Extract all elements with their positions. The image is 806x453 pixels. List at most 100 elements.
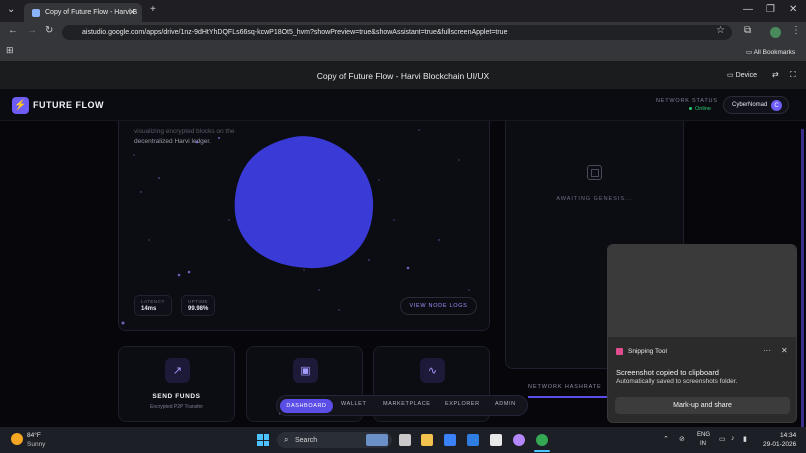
markup-share-button[interactable]: Mark-up and share [615, 397, 790, 414]
network-off-icon[interactable]: ⊘ [679, 435, 685, 443]
battery-icon[interactable]: ▮ [743, 435, 747, 443]
tab-search-icon[interactable]: ⌄ [7, 4, 15, 15]
screenshot-preview[interactable] [608, 245, 796, 337]
volume-icon[interactable]: ♪ [731, 435, 735, 442]
bookmark-star-icon[interactable]: ☆ [716, 25, 725, 36]
url-text[interactable]: aistudio.google.com/apps/drive/1nz-9dHtY… [82, 29, 507, 36]
more-options-icon[interactable]: ··· [763, 346, 771, 355]
outlook-icon[interactable] [444, 434, 456, 446]
profile-avatar[interactable] [770, 27, 781, 38]
clock-time[interactable]: 14:34 [780, 432, 796, 439]
toast-app-name: Snipping Tool [628, 348, 667, 355]
chevron-up-icon[interactable]: ⌃ [663, 435, 669, 443]
search-highlight-icon[interactable] [366, 434, 388, 446]
all-bookmarks-link[interactable]: ▭ All Bookmarks [746, 48, 795, 56]
network-status: Online [689, 106, 711, 112]
device-label: Device [735, 72, 757, 79]
display-icon[interactable]: ▭ [719, 435, 726, 443]
bottom-nav: DASHBOARD WALLET MARKETPLACE EXPLORER AD… [276, 395, 528, 416]
card-subtitle: Encrypted P2P Transfer [150, 404, 203, 410]
scroll-accent [801, 129, 804, 427]
activity-icon: ∿ [420, 358, 445, 383]
tab-favicon-icon [32, 8, 40, 17]
clock-date[interactable]: 29-01-2026 [763, 441, 796, 448]
core-blob [234, 136, 374, 269]
minimize-icon[interactable]: — [743, 4, 753, 15]
extensions-icon[interactable]: ⧉ [744, 25, 751, 36]
restore-icon[interactable]: ❐ [766, 4, 775, 15]
close-window-icon[interactable]: ✕ [789, 4, 797, 15]
language-line2[interactable]: IN [700, 441, 706, 447]
browser-tab[interactable]: Copy of Future Flow - Harvi B ✕ [24, 3, 142, 22]
apps-grid-icon[interactable]: ⊞ [6, 45, 14, 56]
arrow-up-right-icon: ↗ [165, 358, 190, 383]
forward-icon[interactable]: → [27, 25, 37, 36]
new-tab-icon[interactable]: + [150, 4, 156, 15]
file-explorer-icon[interactable] [421, 434, 433, 446]
app-header: ⚡ FUTURE FLOW NETWORK STATUS Online Cybe… [0, 89, 806, 121]
all-bookmarks-label: All Bookmarks [753, 49, 796, 56]
username: CyberNomad [732, 102, 768, 108]
tab-close-icon[interactable]: ✕ [128, 7, 136, 18]
aistudio-header: Copy of Future Flow - Harvi Blockchain U… [0, 62, 806, 89]
view-node-logs-button[interactable]: VIEW NODE LOGS [400, 297, 477, 315]
windows-start-icon[interactable] [257, 434, 269, 446]
hashrate-bar [528, 396, 608, 398]
network-status-value: Online [695, 106, 711, 112]
send-funds-card[interactable]: ↗ SEND FUNDS Encrypted P2P Transfer [118, 346, 235, 422]
toast-subtitle: Automatically saved to screenshots folde… [616, 378, 738, 385]
windows-taskbar: 84°F Sunny ⌕ Search ⌃ ⊘ ENG IN ▭ ♪ ▮ 14:… [0, 427, 806, 453]
chip-icon [587, 165, 602, 180]
bookmarks-bar: ⊞ ▭ All Bookmarks [0, 43, 806, 62]
stat-label: LATENCY [141, 299, 165, 304]
brand-name: FUTURE FLOW [33, 100, 104, 110]
network-hashrate-label: NETWORK HASHRATE [528, 384, 602, 390]
close-icon[interactable]: ✕ [781, 346, 788, 355]
stat-value: 99.98% [188, 306, 209, 312]
stat-value: 14ms [141, 306, 157, 312]
stat-uptime: UPTIME 99.98% [181, 295, 216, 316]
tab-title: Copy of Future Flow - Harvi B [45, 9, 138, 16]
weather-sun-icon[interactable] [11, 433, 23, 445]
fullscreen-icon[interactable]: ⛶ [790, 70, 796, 80]
device-button[interactable]: ▭ Device [727, 71, 757, 79]
notion-icon[interactable] [490, 434, 502, 446]
browser-tab-bar: ⌄ Copy of Future Flow - Harvi B ✕ + — ❐ … [0, 0, 806, 22]
status-dot-icon [689, 107, 692, 111]
nav-wallet[interactable]: WALLET [341, 401, 366, 407]
nav-admin[interactable]: ADMIN [495, 401, 516, 407]
reload-icon[interactable]: ↻ [45, 25, 53, 36]
github-icon[interactable] [513, 434, 525, 446]
chrome-icon[interactable] [536, 434, 548, 446]
rotate-icon[interactable]: ⇄ [772, 70, 779, 79]
back-icon[interactable]: ← [8, 25, 18, 36]
stat-latency: LATENCY 14ms [134, 295, 172, 316]
stat-label: UPTIME [188, 299, 209, 304]
nav-explorer[interactable]: EXPLORER [445, 401, 480, 407]
snipping-tool-toast: Snipping Tool ··· ✕ Screenshot copied to… [607, 244, 797, 423]
aistudio-title: Copy of Future Flow - Harvi Blockchain U… [316, 70, 490, 81]
avatar: C [771, 100, 782, 111]
search-label: Search [295, 436, 318, 444]
chrome-menu-icon[interactable]: ⋮ [791, 25, 801, 36]
card-title: SEND FUNDS [152, 393, 201, 400]
shopping-bag-icon: ▣ [293, 358, 318, 383]
active-app-indicator [534, 450, 550, 452]
lightning-logo-icon: ⚡ [12, 97, 29, 114]
snipping-tool-icon [616, 348, 623, 355]
search-icon: ⌕ [284, 435, 289, 444]
omnibox[interactable]: aistudio.google.com/apps/drive/1nz-9dHtY… [62, 25, 732, 40]
weather-temp[interactable]: 84°F [27, 432, 41, 439]
nav-marketplace[interactable]: MARKETPLACE [383, 401, 431, 407]
vscode-icon[interactable] [467, 434, 479, 446]
awaiting-genesis-text: AWAITING GENESIS... [556, 196, 633, 202]
language-line1[interactable]: ENG [697, 432, 710, 438]
address-bar-row: ← → ↻ aistudio.google.com/apps/drive/1nz… [0, 22, 806, 43]
nav-dashboard[interactable]: DASHBOARD [280, 399, 333, 413]
toast-title: Screenshot copied to clipboard [616, 368, 719, 377]
network-status-label: NETWORK STATUS [656, 98, 718, 104]
network-visual-card: visualizing encrypted blocks on the dece… [118, 99, 490, 331]
weather-desc[interactable]: Sunny [27, 441, 45, 448]
task-view-icon[interactable] [399, 434, 411, 446]
user-profile-chip[interactable]: CyberNomad C [723, 96, 789, 114]
